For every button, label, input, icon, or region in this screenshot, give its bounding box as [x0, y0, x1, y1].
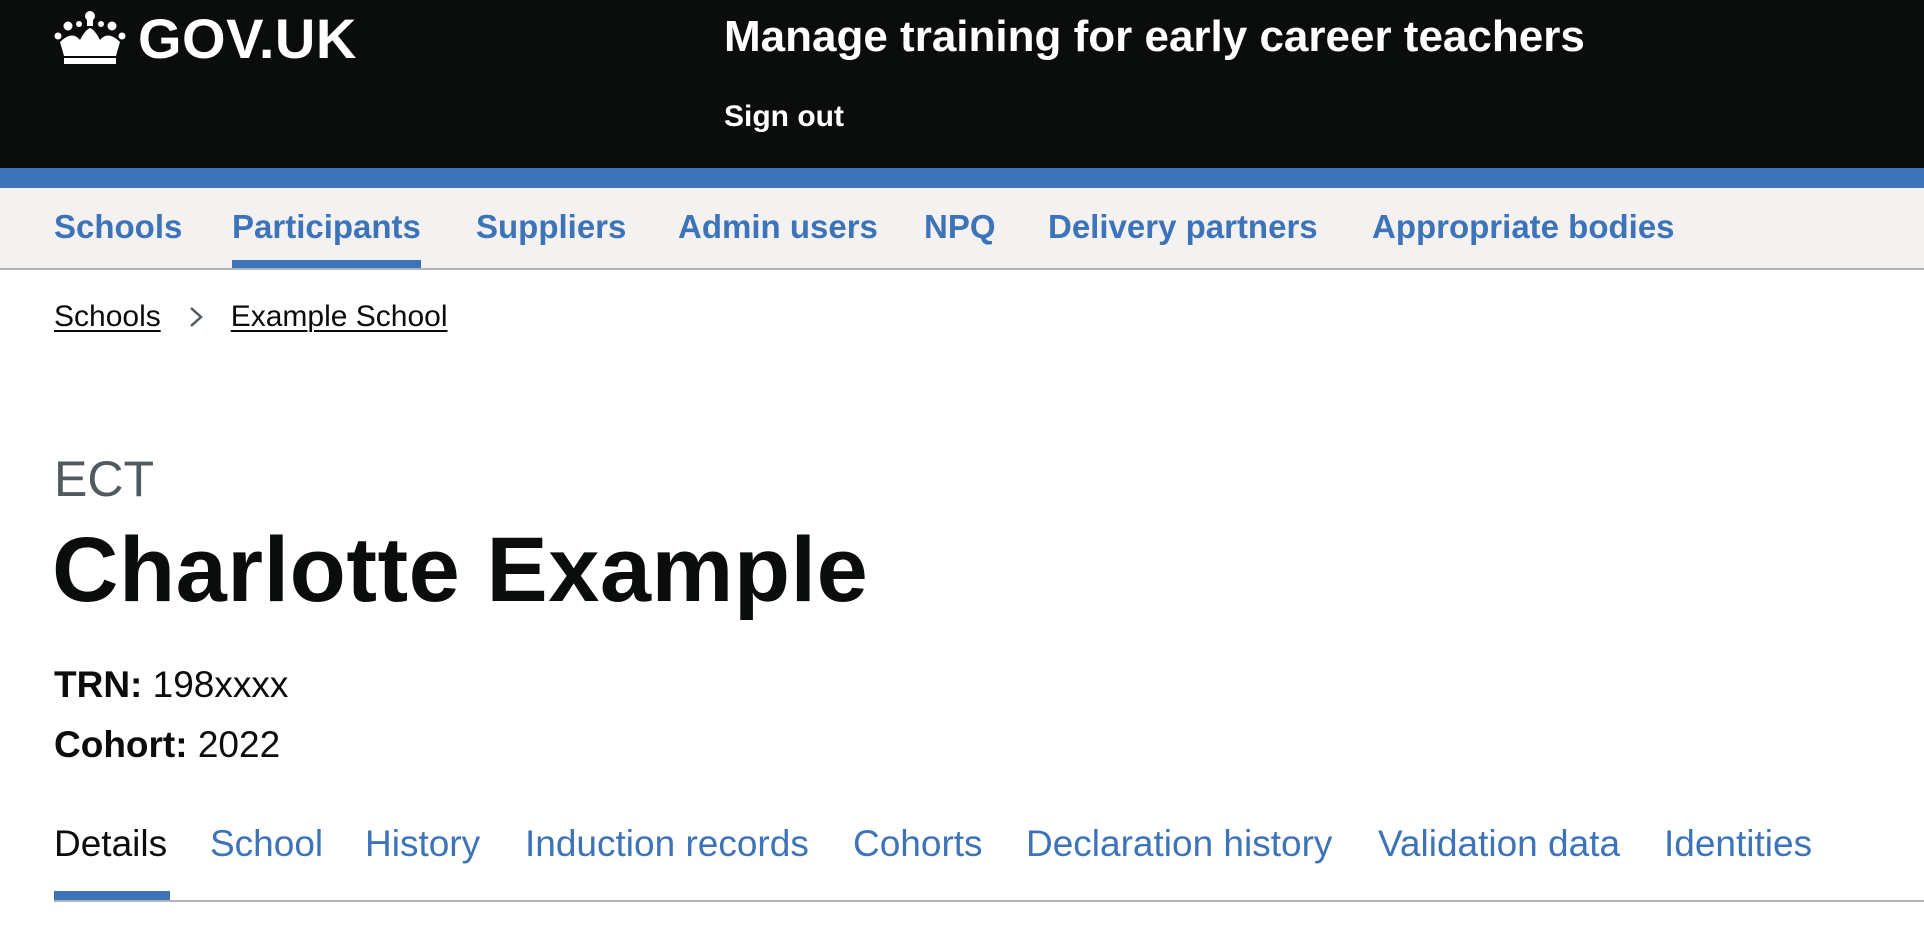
cohort-label: Cohort: [54, 724, 188, 765]
nav-item-appropriate-bodies[interactable]: Appropriate bodies [1372, 208, 1675, 246]
primary-navigation: Schools Participants Suppliers Admin use… [0, 188, 1924, 270]
sign-out-link[interactable]: Sign out [724, 100, 844, 134]
cohort-value: 2022 [197, 724, 281, 765]
tab-school[interactable]: School [210, 823, 323, 865]
nav-item-npq[interactable]: NPQ [924, 208, 996, 246]
tab-identities[interactable]: Identities [1664, 823, 1812, 865]
participant-type-caption: ECT [54, 451, 154, 507]
tab-details[interactable]: Details [54, 823, 167, 865]
cohort-row: Cohort: 2022 [54, 724, 280, 766]
breadcrumb-link-example-school[interactable]: Example School [231, 300, 448, 334]
chevron-right-icon [189, 307, 203, 327]
header-accent-bar [0, 168, 1924, 188]
selected-tab-indicator [54, 891, 170, 900]
tab-declaration-history[interactable]: Declaration history [1026, 823, 1332, 865]
nav-item-schools[interactable]: Schools [54, 208, 182, 246]
nav-item-delivery-partners[interactable]: Delivery partners [1048, 208, 1318, 246]
trn-value: 198xxxx [152, 664, 289, 705]
site-header: GOV.UK Manage training for early career … [0, 0, 1924, 168]
breadcrumb-link-schools[interactable]: Schools [54, 300, 161, 334]
nav-item-suppliers[interactable]: Suppliers [476, 208, 626, 246]
govuk-logo-link[interactable]: GOV.UK [54, 6, 357, 70]
crown-icon [54, 11, 126, 64]
tab-cohorts[interactable]: Cohorts [853, 823, 983, 865]
nav-item-admin-users[interactable]: Admin users [678, 208, 878, 246]
tab-history[interactable]: History [365, 823, 480, 865]
trn-label: TRN: [54, 664, 143, 705]
trn-row: TRN: 198xxxx [54, 664, 288, 706]
nav-item-participants[interactable]: Participants [232, 208, 421, 268]
logo-text: GOV.UK [138, 6, 357, 70]
service-name[interactable]: Manage training for early career teacher… [724, 12, 1585, 62]
tab-induction-records[interactable]: Induction records [525, 823, 809, 865]
participant-tabs: Details School History Induction records… [54, 820, 1924, 902]
tab-validation-data[interactable]: Validation data [1378, 823, 1620, 865]
breadcrumb: Schools Example School [54, 300, 448, 334]
page-title: Charlotte Example [52, 519, 869, 621]
